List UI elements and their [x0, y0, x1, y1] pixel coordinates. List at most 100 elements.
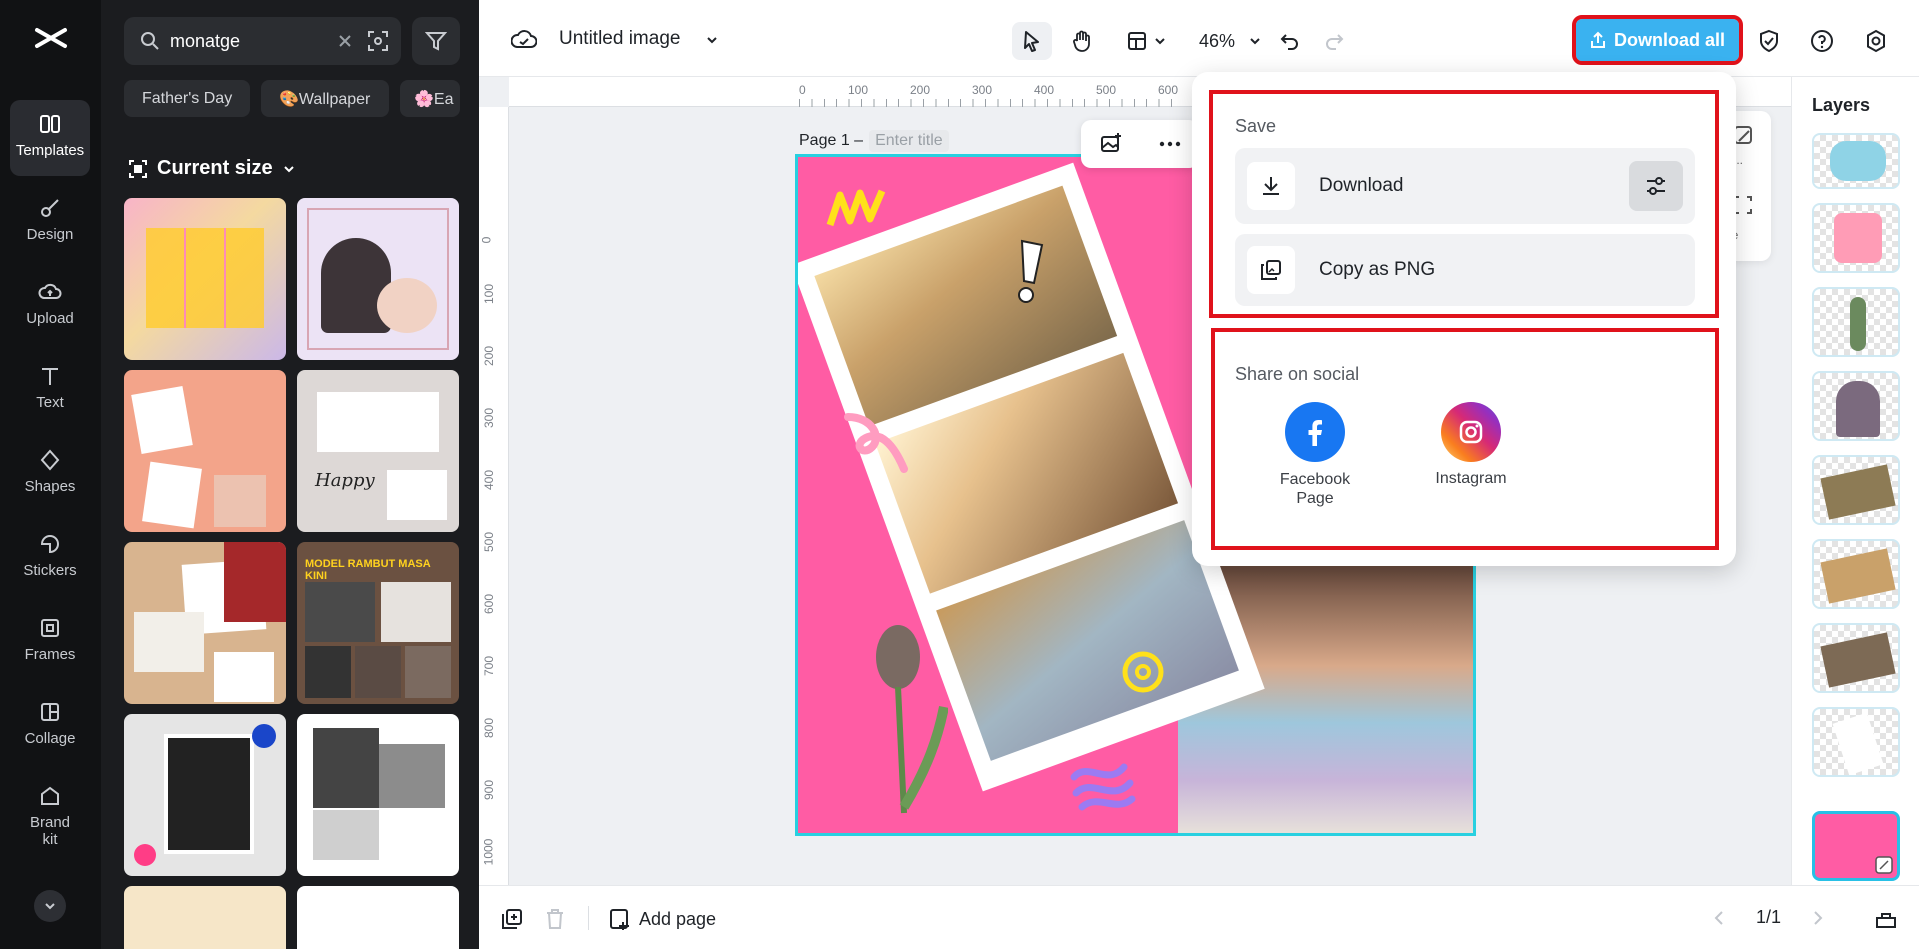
flower-sticker[interactable] — [1118, 647, 1168, 697]
background-icon[interactable] — [1733, 125, 1753, 145]
zigzag-sticker[interactable] — [826, 185, 890, 231]
squiggle-sticker[interactable] — [1068, 757, 1138, 813]
settings-button[interactable] — [1856, 22, 1896, 60]
chip-fathers-day[interactable]: Father's Day — [124, 80, 250, 117]
clear-icon[interactable] — [337, 33, 353, 49]
duplicate-page-icon[interactable] — [501, 908, 523, 930]
template-thumbnail[interactable]: MODEL RAMBUT MASA KINI — [297, 542, 459, 704]
hand-tool-button[interactable] — [1062, 22, 1102, 60]
ruler-mark: 200 — [482, 345, 497, 367]
ruler-mark: 600 — [482, 593, 497, 615]
download-settings-button[interactable] — [1629, 161, 1683, 211]
redo-button[interactable] — [1317, 22, 1353, 60]
facebook-icon — [1285, 402, 1345, 462]
template-thumbnail[interactable] — [297, 198, 459, 360]
redo-icon — [1326, 34, 1344, 50]
save-section-title: Save — [1235, 116, 1277, 136]
swirl-sticker[interactable] — [842, 407, 912, 477]
layer-item[interactable] — [1812, 623, 1900, 693]
resize-icon[interactable] — [1733, 195, 1753, 215]
ruler-mark: 700 — [482, 655, 497, 677]
chip-easter[interactable]: 🌸Ea — [400, 80, 460, 117]
nav-more-button[interactable] — [34, 890, 66, 922]
security-button[interactable] — [1749, 22, 1789, 60]
nav-label: Shapes — [24, 478, 76, 495]
chip-label: 🌸Ea — [414, 90, 454, 108]
page-title-input[interactable]: Enter title — [869, 130, 949, 152]
layer-item[interactable] — [1812, 707, 1900, 777]
add-image-icon[interactable] — [1099, 132, 1123, 156]
brand-kit-icon — [41, 786, 59, 805]
layer-item[interactable] — [1812, 133, 1900, 189]
help-button[interactable] — [1802, 22, 1842, 60]
chip-label: Father's Day — [142, 89, 233, 107]
ruler-mark: 300 — [482, 407, 497, 429]
document-title[interactable]: Untitled image — [559, 28, 680, 50]
ruler-mark: 0 — [479, 236, 494, 244]
ruler-mark: 500 — [1096, 83, 1117, 97]
current-size-dropdown[interactable]: Current size — [129, 157, 295, 180]
nav-templates[interactable]: Templates — [10, 100, 90, 176]
template-thumbnail[interactable] — [297, 886, 459, 949]
layer-item[interactable] — [1812, 539, 1900, 609]
template-thumbnail[interactable] — [297, 714, 459, 876]
nav-design[interactable]: Design — [10, 184, 90, 260]
nav-upload[interactable]: Upload — [10, 268, 90, 344]
download-option[interactable]: Download — [1235, 148, 1695, 224]
nav-frames[interactable]: Frames — [10, 604, 90, 680]
previous-page-icon[interactable] — [1712, 910, 1726, 926]
layer-item[interactable] — [1812, 455, 1900, 525]
template-thumbnail[interactable] — [124, 542, 286, 704]
nav-label: Text — [36, 394, 64, 411]
zoom-dropdown[interactable]: 46% — [1190, 22, 1270, 60]
nav-collage[interactable]: Collage — [10, 688, 90, 764]
add-page-label: Add page — [639, 908, 717, 929]
bottom-bar: Add page 1/1 — [479, 885, 1919, 949]
chip-wallpaper[interactable]: 🎨Wallpaper — [261, 80, 389, 117]
search-input[interactable]: monatge — [124, 17, 401, 65]
next-page-icon[interactable] — [1811, 910, 1825, 926]
pointer-icon — [1024, 31, 1039, 52]
layer-item[interactable] — [1812, 371, 1900, 441]
layer-item[interactable] — [1812, 287, 1900, 357]
nav-shapes[interactable]: Shapes — [10, 436, 90, 512]
layout-icon — [1128, 32, 1146, 50]
layout-dropdown[interactable] — [1118, 22, 1174, 60]
image-search-icon[interactable] — [367, 30, 389, 52]
nav-text[interactable]: Text — [10, 352, 90, 428]
layer-item-background[interactable] — [1812, 811, 1900, 881]
ruler-mark: 800 — [482, 717, 497, 739]
share-instagram-button[interactable]: Instagram — [1421, 402, 1521, 488]
copy-as-png-label: Copy as PNG — [1319, 259, 1436, 280]
copy-as-png-option[interactable]: Copy as PNG — [1235, 234, 1695, 306]
undo-button[interactable] — [1271, 22, 1307, 60]
ruler-mark: 600 — [1158, 83, 1179, 97]
download-icon-box — [1247, 162, 1295, 210]
cloud-save-icon[interactable] — [511, 28, 537, 50]
chip-label: 🎨Wallpaper — [279, 90, 371, 108]
page-manager-icon[interactable] — [1874, 906, 1898, 930]
zoom-level: 46% — [1198, 30, 1236, 51]
search-icon — [141, 32, 159, 50]
template-thumbnail[interactable] — [124, 370, 286, 532]
filter-button[interactable] — [412, 17, 460, 65]
tulip-sticker[interactable] — [858, 617, 948, 817]
exclamation-sticker[interactable] — [1008, 237, 1052, 307]
more-options-icon[interactable] — [1159, 141, 1181, 147]
template-thumbnail[interactable] — [124, 198, 286, 360]
ruler-mark: 0 — [799, 83, 806, 97]
layer-item[interactable] — [1812, 203, 1900, 273]
trash-icon[interactable] — [545, 908, 565, 930]
share-section-title: Share on social — [1235, 364, 1360, 384]
chevron-down-icon[interactable] — [705, 33, 719, 47]
template-thumbnail[interactable]: Happy — [297, 370, 459, 532]
add-page-button[interactable]: Add page — [609, 904, 716, 934]
template-thumbnail[interactable] — [124, 714, 286, 876]
download-all-button[interactable]: Download all — [1572, 15, 1743, 65]
capcut-logo[interactable] — [0, 16, 101, 60]
nav-brand-kit[interactable]: Brand kit — [10, 772, 90, 868]
nav-stickers[interactable]: Stickers — [10, 520, 90, 596]
share-facebook-button[interactable]: Facebook Page — [1265, 402, 1365, 508]
select-tool-button[interactable] — [1012, 22, 1052, 60]
template-thumbnail[interactable] — [124, 886, 286, 949]
